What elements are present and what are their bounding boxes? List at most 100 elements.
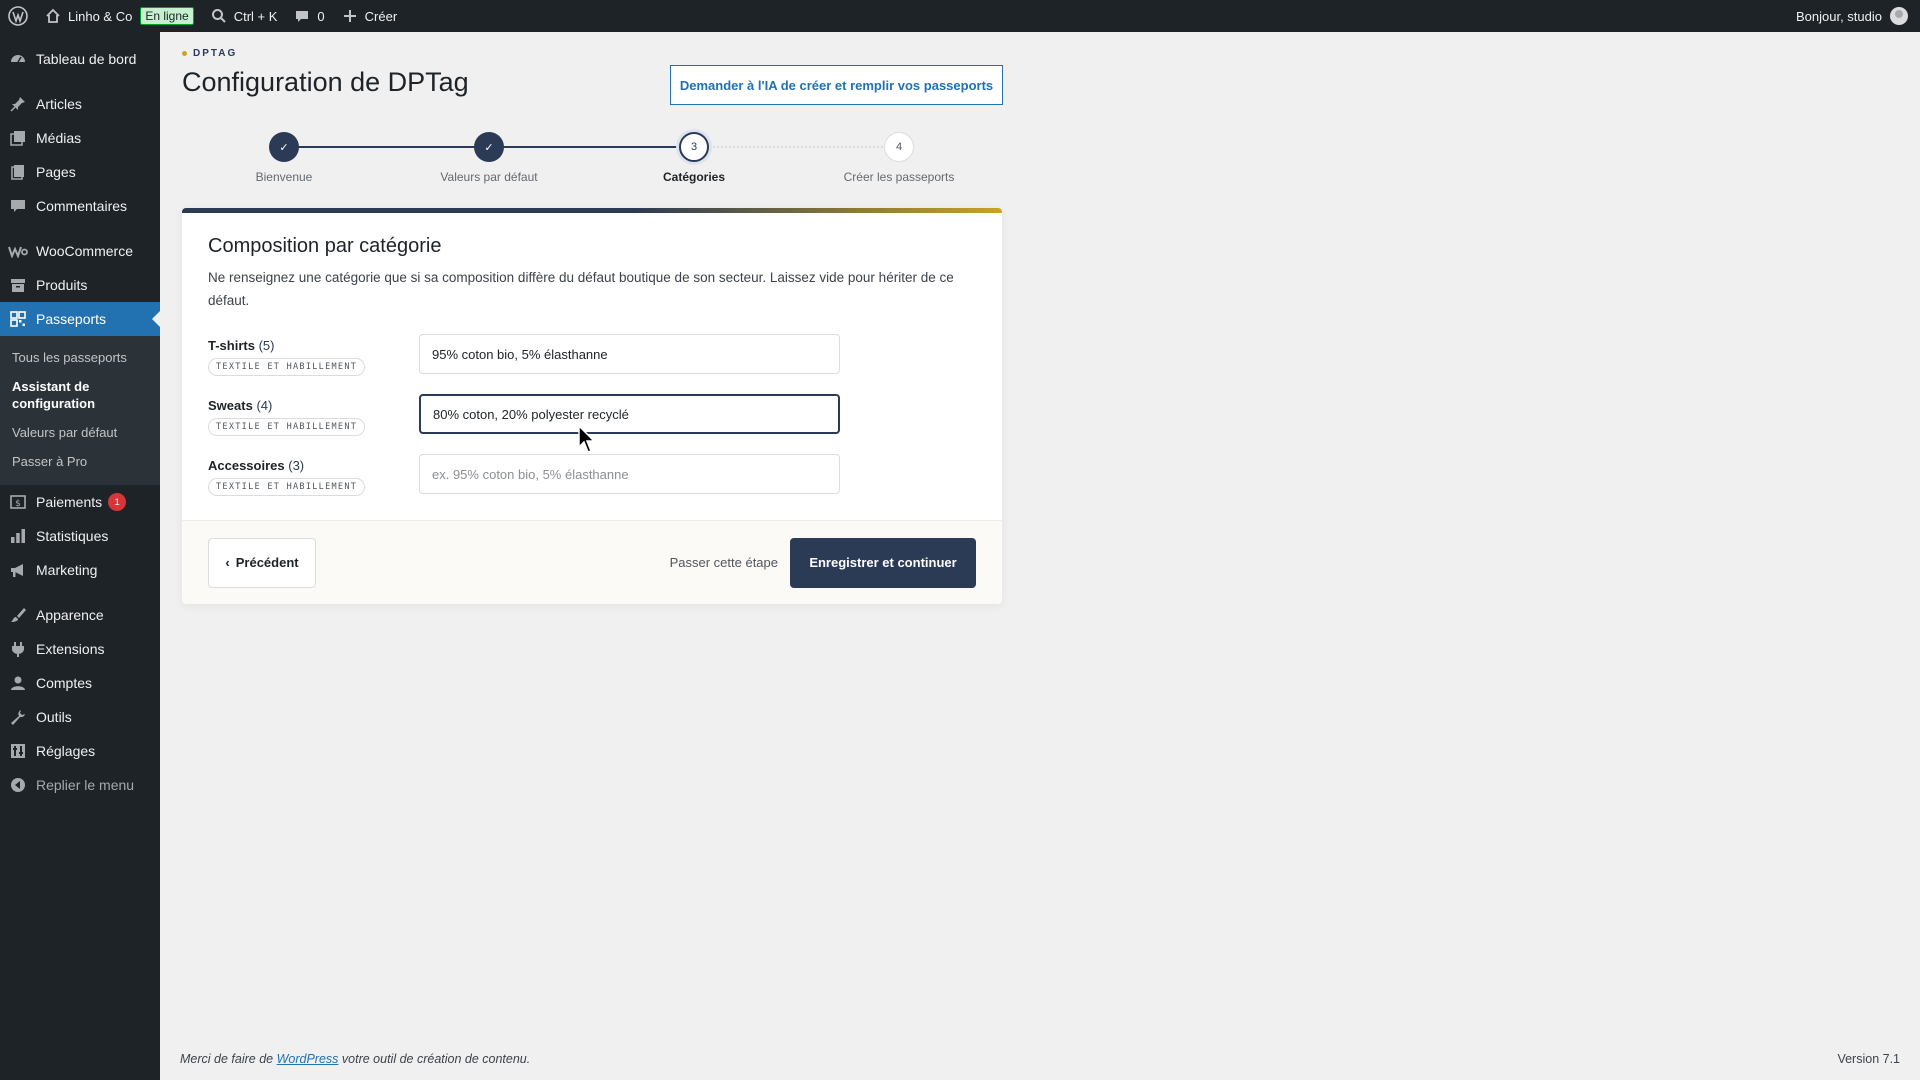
save-continue-button[interactable]: Enregistrer et continuer [790, 537, 976, 588]
step-check-icon: ✓ [269, 132, 299, 162]
sector-tag: TEXTILE ET HABILLEMENT [208, 418, 366, 436]
dollar-icon: $ [8, 492, 28, 512]
collapse-menu-label: Replier le menu [36, 777, 135, 793]
sidebar-item-label: Outils [36, 709, 72, 725]
sidebar-item-label: Tableau de bord [36, 51, 137, 67]
previous-button[interactable]: ‹ Précédent [208, 537, 316, 588]
category-composition-card: Composition par catégorie Ne renseignez … [182, 208, 1002, 604]
category-row: Accessoires (3) TEXTILE ET HABILLEMENT [208, 454, 976, 496]
notification-badge: 1 [108, 493, 127, 511]
greeting: Bonjour, studio [1795, 8, 1882, 24]
sidebar-item-paiements[interactable]: $ Paiements 1 [0, 485, 160, 519]
previous-button-label: Précédent [235, 555, 299, 570]
sidebar-item-medias[interactable]: Médias [0, 121, 160, 155]
settings-icon [8, 741, 28, 761]
composition-input-accessoires[interactable] [419, 454, 840, 494]
composition-input-tshirts[interactable] [419, 334, 840, 374]
category-count: (5) [258, 338, 275, 353]
step-categories[interactable]: 3 Catégories [624, 132, 764, 184]
category-name: Sweats (4) [208, 398, 273, 413]
megaphone-icon [8, 560, 28, 580]
sidebar-item-woocommerce[interactable]: WooCommerce [0, 234, 160, 268]
sidebar-item-produits[interactable]: Produits [0, 268, 160, 302]
status-badge: En ligne [140, 7, 194, 25]
submenu-tous-les-passeports[interactable]: Tous les passeports [0, 343, 160, 372]
brand-dot [182, 51, 187, 56]
sector-tag: TEXTILE ET HABILLEMENT [208, 358, 366, 376]
card-description: Ne renseignez une catégorie que si sa co… [208, 270, 954, 308]
sidebar-item-apparence[interactable]: Apparence [0, 598, 160, 632]
sidebar-item-label: Médias [36, 130, 82, 146]
sidebar-item-passeports[interactable]: Passeports [0, 302, 160, 336]
search-icon [210, 7, 228, 25]
sidebar-item-label: WooCommerce [36, 243, 133, 259]
users-icon [8, 673, 28, 693]
create-new-link[interactable]: Créer [333, 0, 406, 32]
sidebar-item-articles[interactable]: Articles [0, 87, 160, 121]
comments-count: 0 [317, 8, 325, 24]
category-name: T-shirts (5) [208, 338, 275, 353]
woocommerce-icon [8, 241, 28, 261]
submenu-valeurs-par-defaut[interactable]: Valeurs par défaut [0, 418, 160, 447]
sidebar-item-label: Paiements [36, 494, 103, 510]
plugin-icon [8, 639, 28, 659]
sidebar-item-label: Statistiques [36, 528, 109, 544]
wordpress-logo-icon[interactable] [0, 0, 36, 32]
composition-input-sweats[interactable] [419, 394, 840, 434]
ai-assist-button[interactable]: Demander à l'IA de créer et remplir vos … [670, 65, 1003, 105]
sidebar-item-label: Marketing [36, 562, 98, 578]
step-creer-passeports[interactable]: 4 Créer les passeports [829, 132, 969, 184]
account-menu[interactable]: Bonjour, studio [1796, 7, 1920, 25]
step-number: 3 [679, 132, 709, 162]
sidebar-item-comments[interactable]: Commentaires [0, 189, 160, 223]
sidebar-item-statistiques[interactable]: Statistiques [0, 519, 160, 553]
step-label: Bienvenue [255, 170, 313, 184]
sidebar-item-marketing[interactable]: Marketing [0, 553, 160, 587]
sidebar-item-extensions[interactable]: Extensions [0, 632, 160, 666]
comments-link[interactable]: 0 [285, 0, 332, 32]
card-title: Composition par catégorie [208, 235, 442, 257]
footer-thanks: Merci de faire de WordPress votre outil … [180, 1052, 531, 1066]
sidebar-item-label: Pages [36, 164, 76, 180]
home-icon [44, 7, 62, 25]
site-name: Linho & Co [68, 8, 133, 24]
card-footer: ‹ Précédent Passer cette étape Enregistr… [182, 520, 1002, 604]
submenu-passer-a-pro[interactable]: Passer à Pro [0, 447, 160, 476]
sidebar-item-label: Réglages [36, 743, 96, 759]
step-check-icon: ✓ [474, 132, 504, 162]
collapse-menu-button[interactable]: Replier le menu [0, 768, 160, 802]
admin-footer: Merci de faire de WordPress votre outil … [180, 1052, 1900, 1066]
dashboard-icon [8, 49, 28, 69]
step-bienvenue[interactable]: ✓ Bienvenue [214, 132, 354, 184]
sidebar-item-pages[interactable]: Pages [0, 155, 160, 189]
main-content: DPTAG Configuration de DPTag Demander à … [182, 32, 1003, 604]
sidebar-item-dashboard[interactable]: Tableau de bord [0, 42, 160, 76]
search-shortcut[interactable]: Ctrl + K [202, 0, 286, 32]
sidebar-item-outils[interactable]: Outils [0, 700, 160, 734]
sidebar-item-label: Apparence [36, 607, 104, 623]
sidebar-item-comptes[interactable]: Comptes [0, 666, 160, 700]
plus-icon [341, 7, 359, 25]
category-count: (4) [256, 398, 273, 413]
submenu-assistant-configuration[interactable]: Assistant de configuration [0, 372, 160, 418]
qrcode-icon [8, 309, 28, 329]
site-name-link[interactable]: Linho & Co En ligne [36, 0, 202, 32]
sidebar-item-label: Extensions [36, 641, 105, 657]
admin-bar: Linho & Co En ligne Ctrl + K 0 Créer Bon… [0, 0, 1920, 32]
category-count: (3) [288, 458, 305, 473]
sidebar-item-label: Comptes [36, 675, 93, 691]
brand-kicker: DPTAG [182, 48, 1002, 59]
brush-icon [8, 605, 28, 625]
brand-label: DPTAG [193, 48, 238, 59]
sidebar-item-reglages[interactable]: Réglages [0, 734, 160, 768]
wizard-stepper: ✓ Bienvenue ✓ Valeurs par défaut 3 Catég… [182, 132, 1002, 192]
step-valeurs-par-defaut[interactable]: ✓ Valeurs par défaut [419, 132, 559, 184]
skip-step-button[interactable]: Passer cette étape [670, 555, 778, 570]
step-label: Créer les passeports [843, 170, 955, 184]
comment-icon [8, 196, 28, 216]
svg-text:$: $ [15, 499, 21, 509]
wrench-icon [8, 707, 28, 727]
wordpress-link[interactable]: WordPress [277, 1052, 339, 1066]
search-shortcut-label: Ctrl + K [233, 8, 278, 24]
category-name: Accessoires (3) [208, 458, 305, 473]
